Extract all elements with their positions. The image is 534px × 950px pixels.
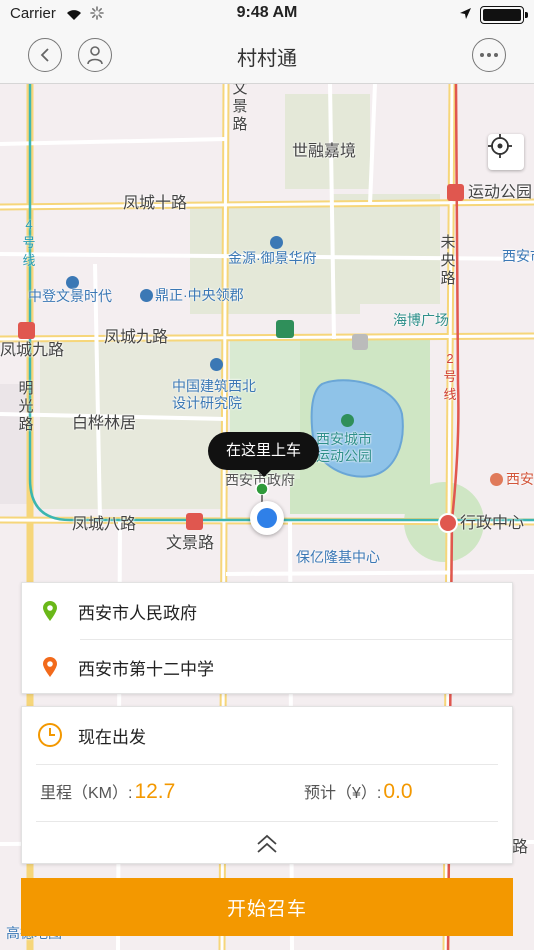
location-arrow-icon [459, 7, 472, 24]
departure-time: 现在出发 [78, 727, 146, 747]
dropoff-location-pin-icon [43, 657, 57, 677]
departure-time-row[interactable]: 现在出发 [22, 707, 512, 763]
map-label-haibo: 海博广场 [393, 312, 449, 328]
park-icon [341, 414, 354, 427]
poi-pin-icon [270, 236, 283, 249]
more-button[interactable] [472, 38, 506, 72]
map-label-fengcheng-8: 凤城八路 [72, 516, 137, 533]
locate-me-button[interactable] [488, 134, 524, 170]
status-right [459, 6, 528, 24]
map-label-xian-5: 西安市第五 [502, 248, 534, 264]
dropoff-row[interactable]: 西安市第十二中学 [22, 639, 512, 695]
map-label-zhongjian: 中国建筑西北设计研究院 [172, 378, 256, 411]
battery-icon [480, 6, 528, 24]
map-label-wenjing-road-bottom: 文景路 [166, 535, 215, 552]
map-label-mingguang-road: 明光路 [18, 380, 34, 433]
poi-pin-icon [140, 289, 153, 302]
map-label-metro-line-2: 2号线 [443, 351, 457, 402]
divider [36, 821, 498, 822]
map-label-sports-park: 西安城市运动公园 [316, 431, 372, 464]
map-label-fengcheng-9: 凤城九路 [104, 329, 169, 346]
map-label-jinyuan: 金源·御景华府 [228, 250, 317, 266]
route-panel: 西安市人民政府 西安市第十二中学 [21, 582, 513, 694]
map-label-wenjing-road-top: 文景路 [232, 84, 248, 133]
map-label-yundong-park-station: 运动公园 [468, 184, 533, 201]
crosshair-icon [488, 134, 512, 158]
mileage-value: 12.7 [134, 780, 176, 803]
start-calling-car-button[interactable]: 开始召车 [21, 878, 513, 936]
mileage-readout: 里程（KM）: 12.7 [40, 779, 175, 804]
double-chevron-up-icon [257, 834, 277, 853]
status-bar: Carrier 9:48 AM [0, 0, 534, 28]
map-label-fengcheng-9-west: 凤城九路 [0, 342, 65, 359]
fare-label: 预计（¥）: [304, 785, 382, 802]
map-label-baihualin: 白桦林居 [72, 415, 137, 432]
fare-readout: 预计（¥）: 0.0 [304, 779, 413, 804]
map-label-road-right: 路 [512, 839, 529, 856]
fare-value: 0.0 [383, 780, 413, 803]
poi-pin-icon [490, 473, 503, 486]
map-label-xian-right: 西安 [506, 471, 534, 487]
pickup-here-bubble[interactable]: 在这里上车 [208, 432, 320, 477]
building-icon [352, 334, 368, 350]
map-label-xingzheng: 行政中心 [460, 515, 525, 532]
map-label-zhongdeng: 中登文景时代 [28, 288, 112, 304]
metro-station-icon [186, 513, 203, 530]
pickup-row[interactable]: 西安市人民政府 [22, 583, 512, 639]
clock: 9:48 AM [236, 4, 298, 21]
trip-info-panel: 现在出发 里程（KM）: 12.7 预计（¥）: 0.0 [21, 706, 513, 864]
current-location-icon [250, 501, 284, 535]
poi-pin-icon [210, 358, 223, 371]
more-dots-icon [480, 53, 498, 57]
metro-station-icon [18, 322, 35, 339]
subway-entrance-icon [276, 320, 294, 338]
clock-icon [38, 723, 62, 747]
page-title: 村村通 [237, 48, 297, 70]
mileage-label: 里程（KM）: [40, 785, 133, 802]
transfer-station-icon [438, 513, 458, 533]
map-label-shirong: 世融嘉境 [292, 143, 357, 160]
navigation-bar: 村村通 [0, 28, 534, 84]
expand-panel-button[interactable] [252, 831, 282, 857]
divider [36, 764, 498, 765]
pickup-address: 西安市人民政府 [78, 603, 197, 623]
dropoff-address: 西安市第十二中学 [78, 659, 214, 679]
map-label-baoyi: 保亿隆基中心 [296, 549, 380, 565]
map-label-weiyang-road: 未央路 [440, 234, 456, 287]
map-label-fengcheng-10: 凤城十路 [123, 195, 188, 212]
metro-station-icon [447, 184, 464, 201]
pickup-location-pin-icon [43, 601, 57, 621]
map-label-metro-line-4: 4号线 [22, 217, 36, 268]
map-label-dingzheng: 鼎正·中央领郡 [155, 287, 244, 303]
